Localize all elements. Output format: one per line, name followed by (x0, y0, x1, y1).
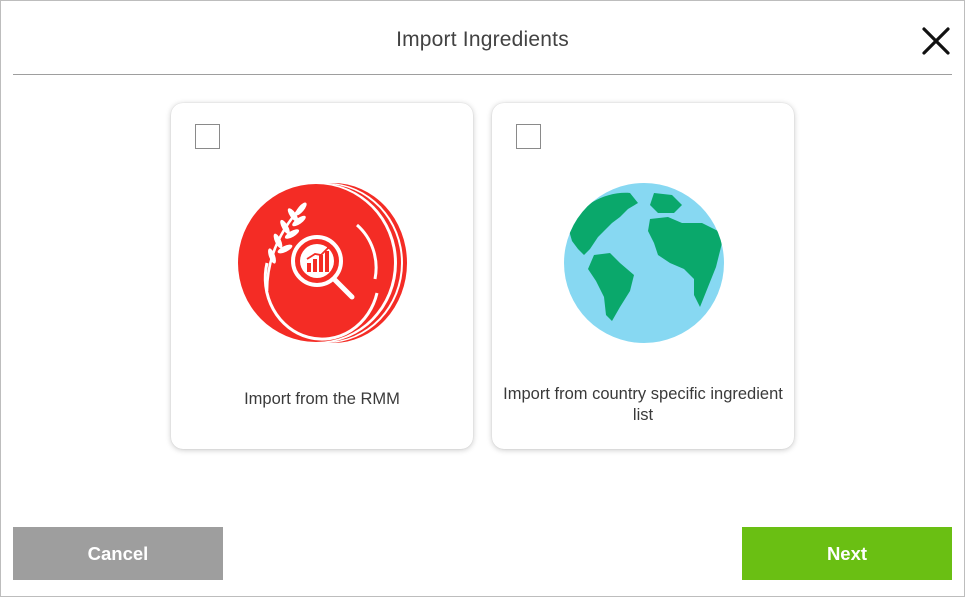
option-card-rmm[interactable]: Import from the RMM (171, 103, 473, 449)
cancel-button[interactable]: Cancel (13, 527, 223, 580)
dialog-header: Import Ingredients (13, 1, 952, 75)
close-icon (922, 27, 950, 55)
option-label-rmm: Import from the RMM (244, 390, 400, 408)
option-card-country-list[interactable]: Import from country specific ingredient … (492, 103, 794, 449)
dialog-title: Import Ingredients (396, 28, 569, 51)
option-checkbox-country-list[interactable] (516, 124, 541, 149)
import-ingredients-dialog: Import Ingredients Import from the RMM I… (0, 0, 965, 597)
close-button[interactable] (918, 23, 954, 59)
next-button[interactable]: Next (742, 527, 952, 580)
rmm-wheat-magnifier-icon (237, 183, 409, 343)
option-checkbox-rmm[interactable] (195, 124, 220, 149)
option-label-country-list: Import from country specific ingredient … (503, 385, 783, 424)
import-options: Import from the RMM Import from country … (171, 103, 795, 450)
globe-icon (558, 183, 730, 343)
